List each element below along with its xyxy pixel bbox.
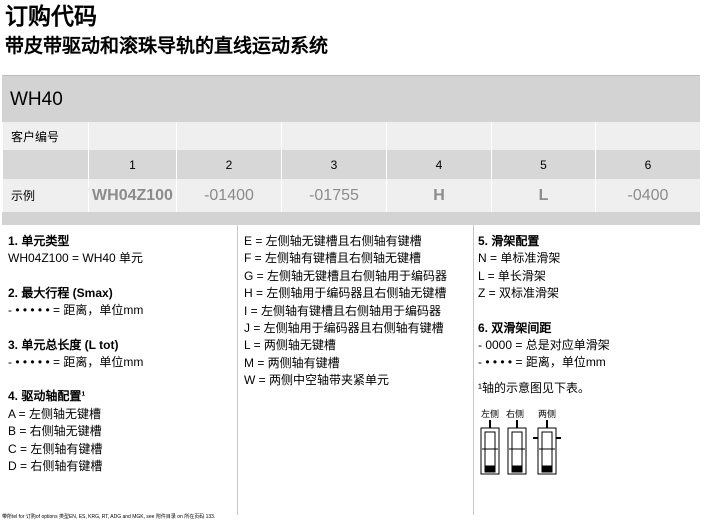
example-label: 示例 (2, 179, 89, 212)
example-value: H (386, 179, 492, 212)
customer-cell[interactable] (595, 122, 701, 150)
column-number: 3 (281, 150, 387, 179)
section-title-carriage: 5. 滑架配置 (478, 234, 540, 248)
option-line: - • • • • • = 距离，单位mm (8, 355, 144, 370)
section-title-total-length: 3. 单元总长度 (L tot) (8, 337, 119, 352)
option-line: D = 右侧轴有键槽 (8, 459, 103, 474)
customer-cell[interactable] (176, 122, 282, 150)
section-title-unit-type: 1. 单元类型 (8, 234, 70, 248)
option-line: G = 左侧轴无键槽且右侧轴用于编码器 (244, 268, 448, 283)
column-number: 2 (176, 150, 282, 179)
option-line: WH04Z100 = WH40 单元 (8, 251, 144, 266)
model-bar: WH40 (2, 75, 700, 122)
option-line: W = 两侧中空轴带夹紧单元 (244, 373, 390, 388)
column-number: 6 (595, 150, 701, 179)
column-number-row: 1 2 3 4 5 6 (2, 150, 701, 179)
column-number: 1 (88, 150, 177, 179)
section-title-max-stroke: 2. 最大行程 (Smax) (8, 285, 113, 300)
shaft-both-icon (533, 420, 561, 475)
page-title: 订购代码 (5, 3, 97, 29)
icon-label-right: 右侧 (506, 409, 525, 419)
option-line: E = 左侧轴无键槽且右侧轴有键槽 (244, 234, 422, 248)
customer-cell[interactable] (386, 122, 492, 150)
customer-label: 客户编号 (2, 122, 89, 150)
option-line: - 0000 = 总是对应单滑架 (478, 338, 610, 353)
example-value: -01400 (176, 179, 282, 212)
option-line: Z = 双标准滑架 (478, 286, 560, 301)
option-line: - • • • • • = 距离，单位mm (8, 303, 144, 318)
icon-label-left: 左侧 (481, 409, 500, 419)
customer-row: 客户编号 (2, 122, 701, 150)
option-line: A = 左侧轴无键槽 (8, 406, 102, 421)
option-line: C = 左侧轴有键槽 (8, 441, 103, 456)
order-code-table: 客户编号 1 2 3 4 5 6 示例 WH04Z100 -01400 -017… (2, 122, 701, 212)
option-line: I = 左侧轴有键槽且右侧轴用于编码器 (244, 303, 442, 318)
shaft-left-icon (480, 420, 500, 475)
option-line: L = 单长滑架 (478, 268, 546, 283)
example-value: L (491, 179, 596, 212)
column-number: 5 (491, 150, 596, 179)
option-line: M = 两侧轴有键槽 (244, 355, 340, 370)
option-line: B = 右侧轴无键槽 (8, 424, 102, 439)
customer-cell[interactable] (281, 122, 387, 150)
icon-label-both: 两侧 (538, 409, 557, 419)
options-column-1: 1. 单元类型 WH04Z100 = WH40 单元 2. 最大行程 (Smax… (2, 225, 238, 515)
option-line: H = 左侧轴用于编码器且右侧轴无键槽 (244, 286, 447, 301)
section-title-carriage-distance: 6. 双滑架间距 (478, 320, 552, 335)
blank-cell (2, 150, 89, 179)
example-value: WH04Z100 (88, 179, 177, 212)
example-value: -0400 (595, 179, 701, 212)
footnote: ¹轴的示意图见下表。 (478, 380, 590, 395)
options-column-2: E = 左侧轴无键槽且右侧轴有键槽 F = 左侧轴有键槽且右侧轴无键槽 G = … (238, 225, 474, 515)
example-row: 示例 WH04Z100 -01400 -01755 H L -0400 (2, 179, 701, 212)
page-footer: 带所tel for 订购of options 类型EN, ES, KRG, RT… (2, 514, 216, 520)
example-value: -01755 (281, 179, 387, 212)
option-line: J = 左侧轴用于编码器且右侧轴有键槽 (244, 321, 444, 336)
option-line: L = 两侧轴无键槽 (244, 338, 336, 353)
shaft-right-icon (507, 420, 527, 475)
option-line: N = 单标准滑架 (478, 251, 561, 266)
divider-bar (2, 212, 700, 225)
option-line: F = 左侧轴有键槽且右侧轴无键槽 (244, 251, 422, 266)
column-number: 4 (386, 150, 492, 179)
option-line: - • • • • = 距离，单位mm (478, 355, 606, 370)
page-subtitle: 带皮带驱动和滚珠导轨的直线运动系统 (5, 36, 329, 57)
section-title-drive-shaft: 4. 驱动轴配置¹ (8, 389, 86, 404)
customer-cell[interactable] (491, 122, 596, 150)
shaft-diagram: 左侧 右侧 两侧 (478, 407, 578, 477)
customer-cell[interactable] (88, 122, 177, 150)
